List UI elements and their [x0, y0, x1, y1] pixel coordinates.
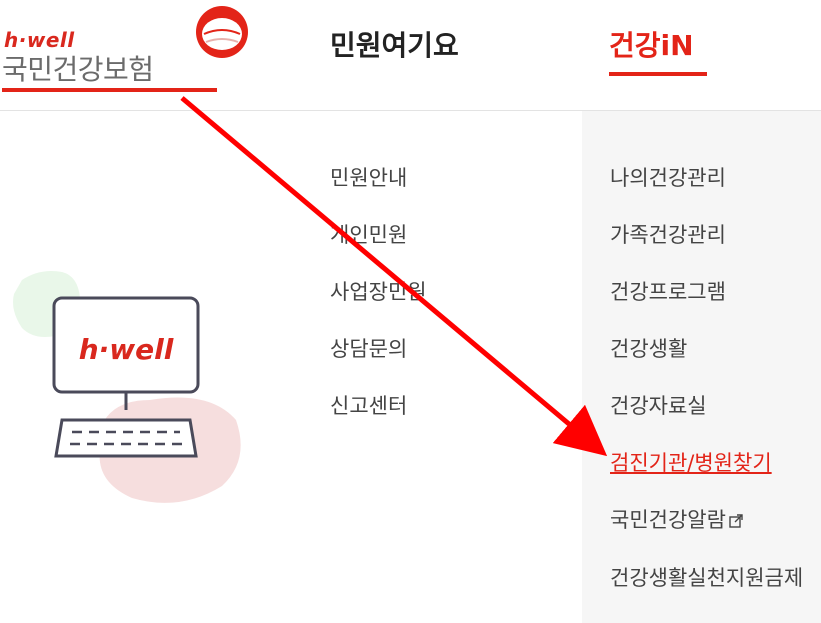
- menu-item-label: 가족건강관리: [610, 223, 726, 247]
- menu-item-personal-minwon[interactable]: 개인민원: [330, 223, 427, 280]
- minwon-submenu: 민원안내 개인민원 사업장민원 상담문의 신고센터: [330, 166, 427, 451]
- menu-item-label: 검진기관/병원찾기: [610, 451, 772, 475]
- menu-item-consultation[interactable]: 상담문의: [330, 337, 427, 394]
- menu-item-label: 건강자료실: [610, 394, 707, 418]
- menu-item-health-alarm[interactable]: 국민건강알람: [610, 508, 820, 565]
- menu-item-business-minwon[interactable]: 사업장민원: [330, 280, 427, 337]
- menu-item-label: 건강생활실천지원금제: [610, 566, 804, 590]
- mascot-icon: [196, 6, 248, 58]
- menu-item-health-support[interactable]: 건강생활실천지원금제: [610, 559, 820, 597]
- keyboard-shape: [54, 418, 198, 458]
- menu-item-find-hospital[interactable]: 검진기관/병원찾기: [610, 451, 820, 508]
- menu-item-label: 나의건강관리: [610, 166, 726, 190]
- menu-item-label: 건강프로그램: [610, 280, 726, 304]
- menu-item-label: 국민건강알람: [610, 508, 726, 532]
- menu-item-health-library[interactable]: 건강자료실: [610, 394, 820, 451]
- logo-underline: [2, 88, 217, 92]
- menu-item-family-health[interactable]: 가족건강관리: [610, 223, 820, 280]
- menu-item-label: 건강생활: [610, 337, 688, 361]
- menu-item-health-life[interactable]: 건강생활: [610, 337, 820, 394]
- menu-item-report-center[interactable]: 신고센터: [330, 394, 427, 451]
- menu-item-my-health[interactable]: 나의건강관리: [610, 166, 820, 223]
- external-link-icon: [729, 514, 743, 528]
- nav-minwon[interactable]: 민원여기요: [330, 24, 459, 64]
- menu-item-health-program[interactable]: 건강프로그램: [610, 280, 820, 337]
- nav-active-indicator: [609, 72, 707, 76]
- screen-brand-text: h·well: [79, 333, 174, 366]
- health-submenu: 나의건강관리 가족건강관리 건강프로그램 건강생활 건강자료실 검진기관/병원찾…: [610, 166, 820, 597]
- menu-item-minwon-guide[interactable]: 민원안내: [330, 166, 427, 223]
- logo-org-name: 국민건강보험: [2, 53, 154, 86]
- computer-illustration: h·well: [13, 271, 241, 503]
- logo[interactable]: h·well 국민건강보험: [0, 0, 260, 100]
- nav-health-in[interactable]: 건강iN: [609, 24, 694, 64]
- site-header: h·well 국민건강보험 민원여기요 건강iN: [0, 0, 821, 111]
